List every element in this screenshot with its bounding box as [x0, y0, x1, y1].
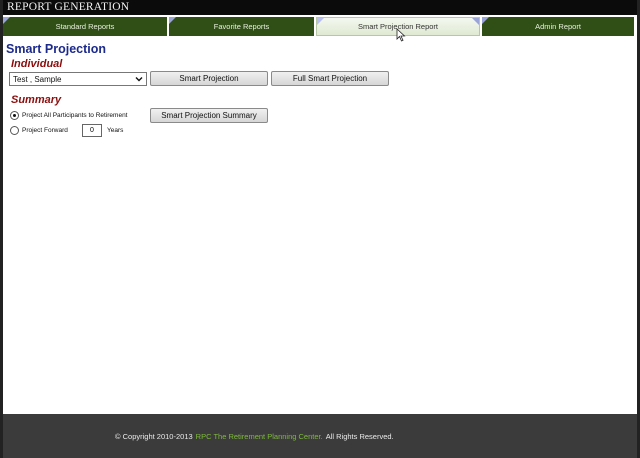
app-title: REPORT GENERATION: [7, 1, 130, 13]
full-smart-projection-button[interactable]: Full Smart Projection: [271, 71, 389, 86]
mouse-cursor-icon: [396, 28, 406, 42]
project-all-radio[interactable]: [10, 111, 19, 120]
years-label: Years: [107, 127, 124, 134]
tab-label: Admin Report: [535, 22, 581, 31]
footer-company-link[interactable]: RPC The Retirement Planning Center.: [196, 432, 323, 441]
page-title: Smart Projection: [6, 42, 107, 56]
participant-select-value: Test , Sample: [13, 74, 62, 84]
tab-favorite-reports[interactable]: Favorite Reports: [169, 17, 314, 36]
project-all-option[interactable]: Project All Participants to Retirement: [10, 111, 128, 120]
report-tabs: Standard Reports Favorite Reports Smart …: [3, 17, 637, 36]
footer-text: © Copyright 2010-2013 RPC The Retirement…: [115, 432, 394, 441]
smart-projection-button-label: Smart Projection: [179, 74, 239, 83]
project-all-label: Project All Participants to Retirement: [22, 112, 128, 119]
summary-heading: Summary: [11, 94, 62, 106]
chevron-down-icon: [135, 77, 143, 82]
tab-label: Standard Reports: [55, 22, 115, 31]
project-forward-label: Project Forward: [22, 127, 68, 134]
tab-admin-report[interactable]: Admin Report: [482, 17, 634, 36]
individual-heading: Individual: [11, 58, 63, 70]
tab-corner-mark: [472, 18, 479, 25]
full-smart-projection-button-label: Full Smart Projection: [292, 74, 368, 83]
smart-projection-summary-button[interactable]: Smart Projection Summary: [150, 108, 268, 123]
footer-copyright: © Copyright 2010-2013: [115, 432, 193, 441]
project-forward-option[interactable]: Project Forward: [10, 126, 68, 135]
years-input[interactable]: 0: [82, 124, 102, 137]
footer-rights: All Rights Reserved.: [325, 432, 394, 441]
app-title-bar: REPORT GENERATION: [3, 0, 637, 15]
tab-standard-reports[interactable]: Standard Reports: [3, 17, 167, 36]
footer: © Copyright 2010-2013 RPC The Retirement…: [3, 414, 637, 458]
project-forward-radio[interactable]: [10, 126, 19, 135]
participant-select[interactable]: Test , Sample: [9, 72, 147, 86]
smart-projection-summary-button-label: Smart Projection Summary: [161, 111, 257, 120]
years-input-value: 0: [90, 127, 94, 134]
smart-projection-button[interactable]: Smart Projection: [150, 71, 268, 86]
tab-label: Favorite Reports: [213, 22, 270, 31]
